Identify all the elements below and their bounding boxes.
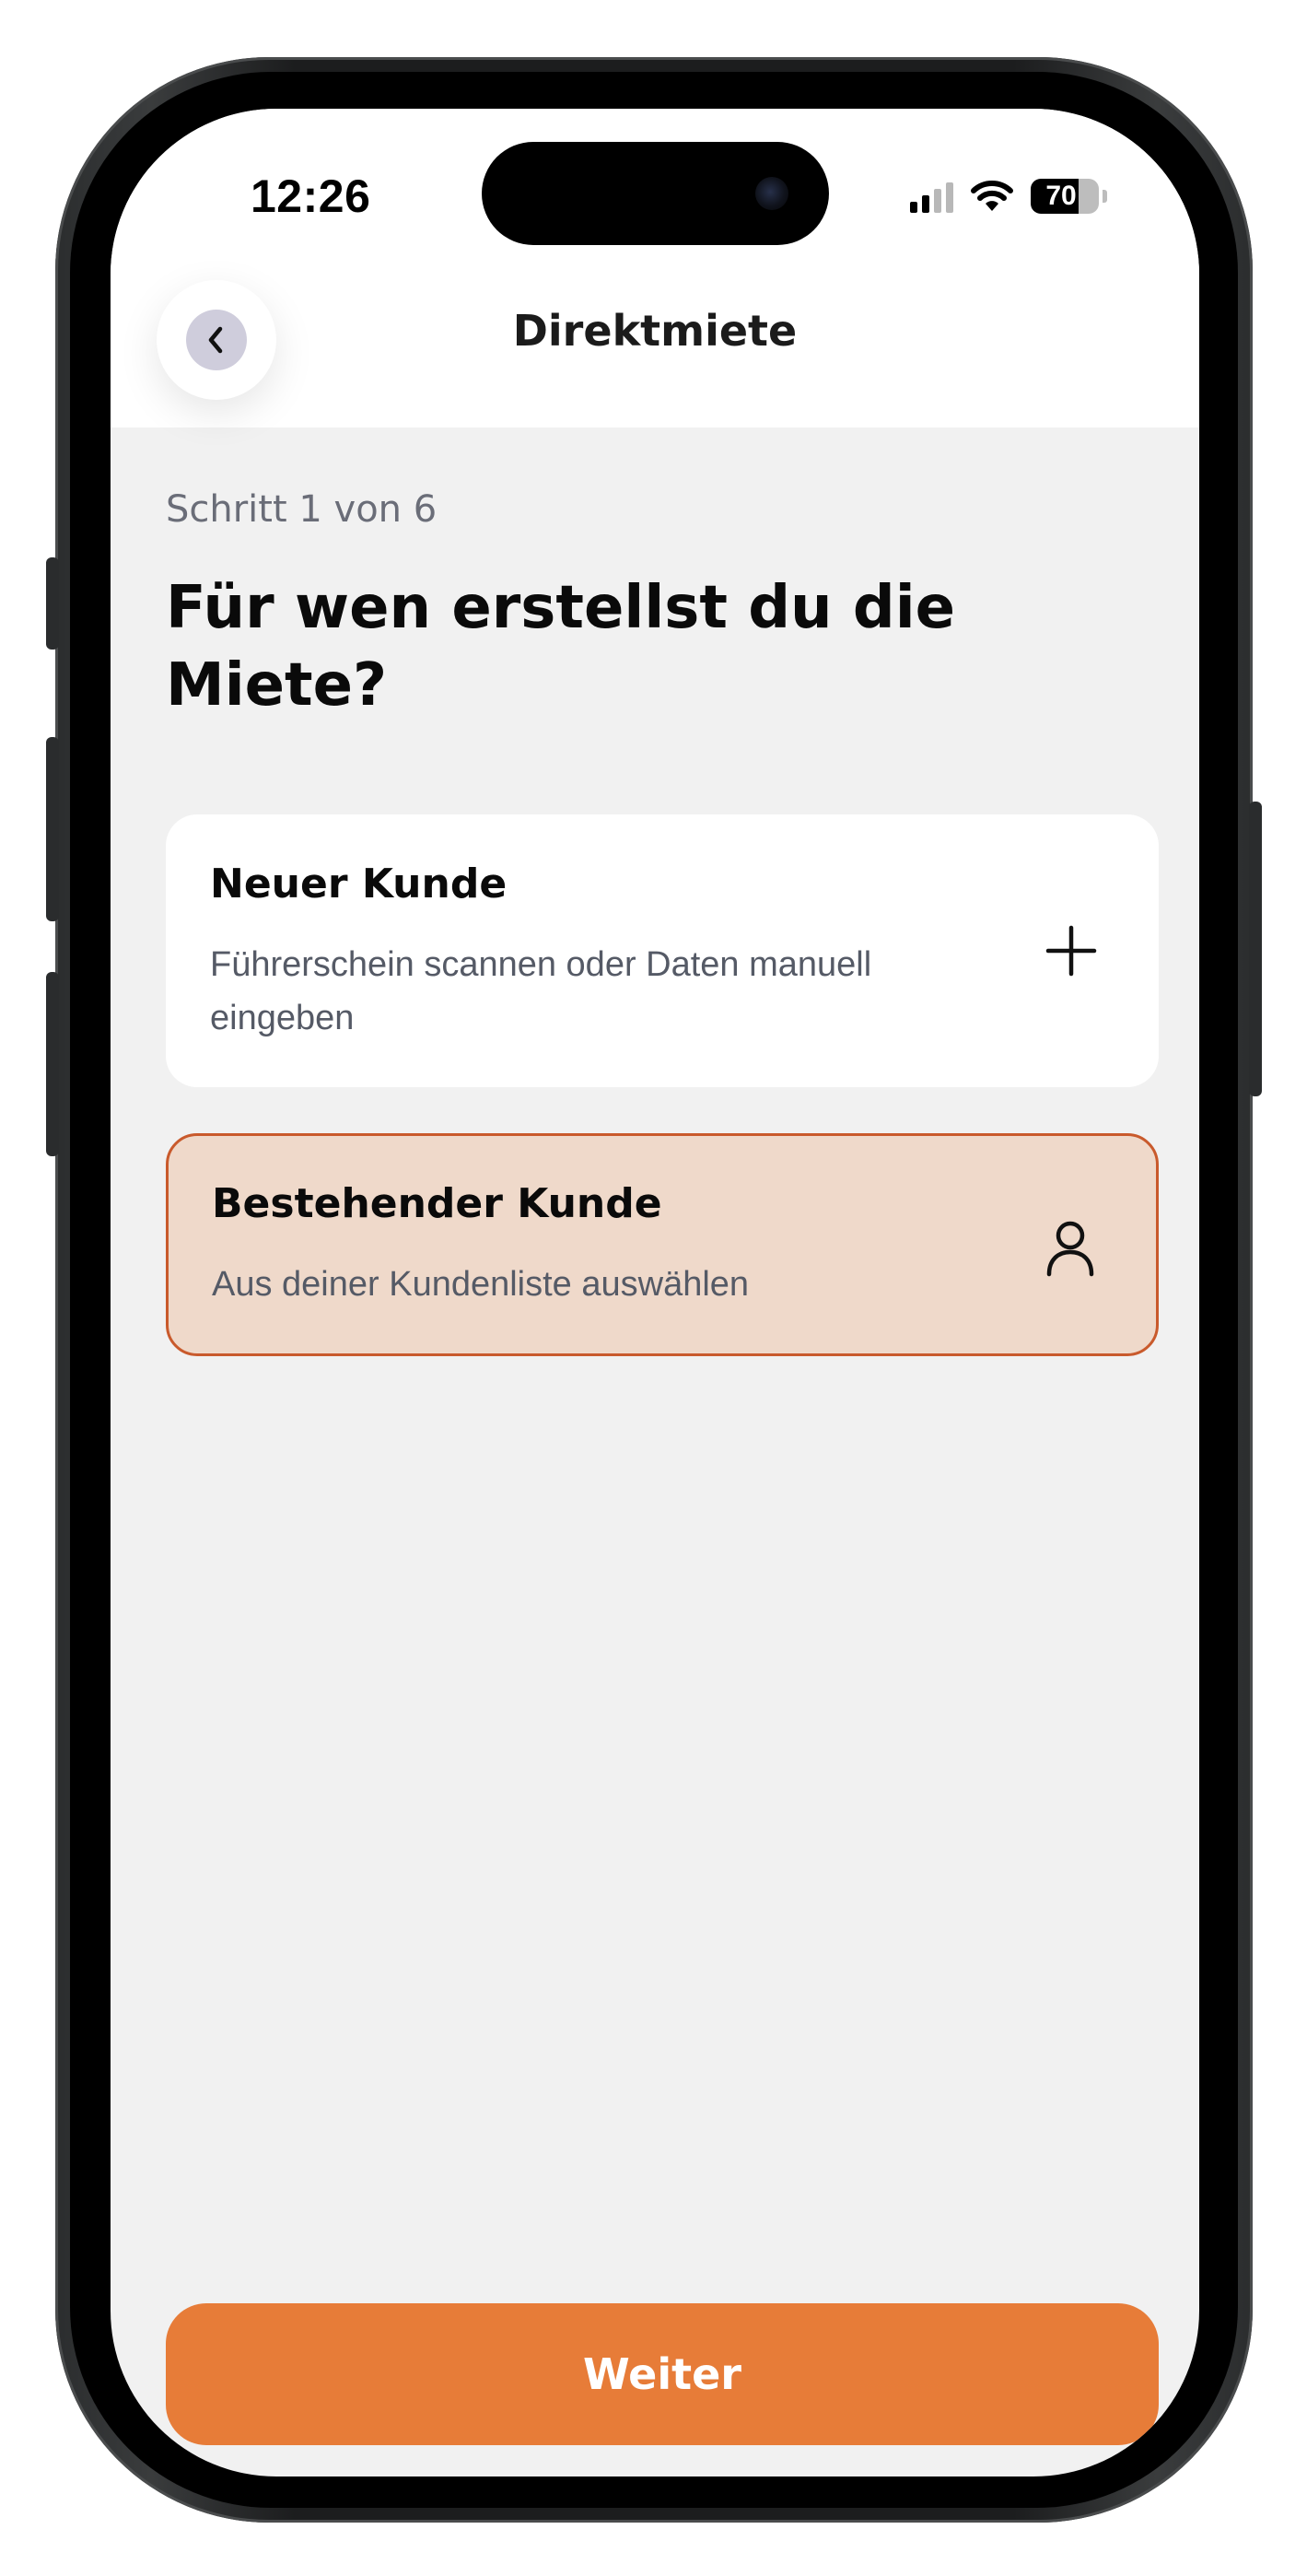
option-existing-customer[interactable]: Bestehender Kunde Aus deiner Kundenliste… <box>166 1133 1159 1356</box>
status-icons: 70 <box>910 175 1107 217</box>
option-new-customer[interactable]: Neuer Kunde Führerschein scannen oder Da… <box>166 814 1159 1087</box>
wifi-icon <box>971 181 1013 211</box>
volume-up-button <box>46 737 59 921</box>
front-camera <box>755 177 788 210</box>
option-description: Führerschein scannen oder Daten manuell … <box>210 945 872 1037</box>
step-indicator: Schritt 1 von 6 <box>166 488 438 531</box>
question-heading: Für wen erstellst du die Miete? <box>166 574 956 720</box>
option-title: Neuer Kunde <box>210 861 508 907</box>
dynamic-island <box>482 142 829 245</box>
page-title: Direktmiete <box>512 306 798 356</box>
plus-icon <box>1045 925 1097 977</box>
option-description: Aus deiner Kundenliste auswählen <box>212 1265 750 1304</box>
battery-tip <box>1103 190 1107 203</box>
battery-icon: 70 <box>1031 179 1099 214</box>
user-icon <box>1046 1221 1094 1277</box>
app-screen: 12:26 70 Direktmiete Schritt 1 von 6 Für… <box>111 109 1199 2476</box>
signal-icon <box>910 180 953 213</box>
status-time: 12:26 <box>251 170 371 222</box>
action-button <box>46 557 59 650</box>
continue-button[interactable]: Weiter <box>166 2303 1159 2445</box>
battery-level: 70 <box>1045 181 1077 211</box>
power-button <box>1249 802 1262 1096</box>
option-title: Bestehender Kunde <box>212 1180 662 1227</box>
volume-down-button <box>46 972 59 1156</box>
